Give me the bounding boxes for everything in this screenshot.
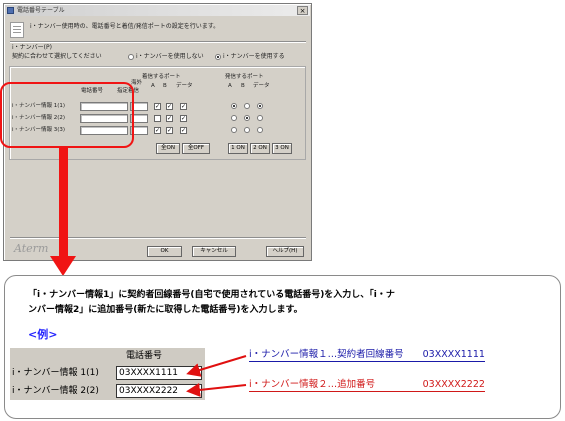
port-2-on-button[interactable]: 2 ON — [250, 143, 270, 154]
outgoing-port-radio[interactable] — [257, 103, 263, 109]
incoming-port-checkbox[interactable]: ✓ — [180, 127, 187, 134]
incoming-port-checkbox[interactable]: ✓ — [166, 127, 173, 134]
explanation-line-2: ンバー情報2」に追加番号(新たに取得した電話番号)を入力します。 — [28, 305, 303, 315]
down-arrow-shaft — [59, 148, 68, 258]
title-bar: 電話番号テーブル × — [5, 5, 310, 16]
outgoing-port-radio[interactable] — [231, 103, 237, 109]
outgoing-port-radio[interactable] — [244, 127, 250, 133]
all-on-button[interactable]: 全ON — [156, 143, 180, 154]
outgoing-port-radio[interactable] — [257, 127, 263, 133]
example-heading: <例> — [28, 328, 58, 341]
help-button[interactable]: ヘルプ(H) — [266, 246, 304, 257]
outgoing-port-radio[interactable] — [244, 103, 250, 109]
example-phone-header: 電話番号 — [126, 351, 163, 361]
incoming-port-checkbox[interactable]: ✓ — [154, 103, 161, 110]
dialog-description: i・ナンバー使用時の、電話番号と着信/発信ポートの設定を行います。 — [30, 23, 220, 30]
in-port-data-header: データ — [176, 83, 193, 89]
example-phone-field: 03XXXX1111 — [116, 366, 202, 380]
separator — [10, 41, 306, 43]
example-row-label: i・ナンバー情報 2(2) — [12, 386, 99, 396]
window-title: 電話番号テーブル — [17, 7, 65, 14]
inumber-group-label: i・ナンバー(P) — [12, 44, 52, 51]
bottom-separator — [10, 237, 306, 239]
example-row-label: i・ナンバー情報 1(1) — [12, 368, 99, 378]
cancel-button[interactable]: キャンセル — [192, 246, 236, 257]
ok-button[interactable]: OK — [147, 246, 182, 257]
incoming-port-checkbox[interactable]: ✓ — [180, 103, 187, 110]
incoming-port-checkbox[interactable]: ✓ — [166, 103, 173, 110]
out-port-a-header: A — [228, 83, 232, 89]
aterm-logo: Aterm — [14, 242, 49, 255]
all-off-button[interactable]: 全OFF — [182, 143, 210, 154]
explanation-line-1: 「i・ナンバー情報1」に契約者回線番号(自宅で使用されている電話番号)を入力し、… — [28, 290, 395, 300]
inumber-hint: 契約に合わせて選択してください — [12, 53, 102, 60]
outgoing-port-radio[interactable] — [257, 115, 263, 121]
in-port-a-header: A — [151, 83, 155, 89]
note-contract-number: i・ナンバー情報１…契約者回線番号 03XXXX1111 — [249, 349, 485, 362]
outgoing-port-radio[interactable] — [244, 115, 250, 121]
radio-no-inumber-label: i・ナンバーを使用しない — [136, 53, 204, 60]
outgoing-port-header: 発信するポート — [225, 74, 264, 80]
port-3-on-button[interactable]: 3 ON — [272, 143, 292, 154]
incoming-port-checkbox[interactable]: ✓ — [180, 115, 187, 122]
note-additional-number: i・ナンバー情報２…追加番号 03XXXX2222 — [249, 379, 485, 392]
outgoing-port-radio[interactable] — [231, 127, 237, 133]
in-port-b-header: B — [163, 83, 167, 89]
out-port-b-header: B — [241, 83, 245, 89]
outgoing-port-radio[interactable] — [231, 115, 237, 121]
radio-use-inumber-label: i・ナンバーを使用する — [223, 53, 285, 60]
radio-use-inumber[interactable] — [215, 54, 221, 60]
out-port-data-header: データ — [253, 83, 270, 89]
incoming-port-header: 着信するポート — [142, 74, 181, 80]
down-arrow-icon — [50, 256, 76, 276]
explanation-text: 「i・ナンバー情報1」に契約者回線番号(自宅で使用されている電話番号)を入力し、… — [28, 288, 548, 318]
app-icon — [7, 7, 14, 14]
document-icon — [10, 22, 24, 38]
radio-no-inumber[interactable] — [128, 54, 134, 60]
incoming-port-checkbox[interactable]: ✓ — [154, 127, 161, 134]
port-1-on-button[interactable]: 1 ON — [228, 143, 248, 154]
overseas-header: 海外 — [131, 80, 143, 86]
example-table-header: 電話番号 — [10, 348, 205, 364]
example-phone-field: 03XXXX2222 — [116, 384, 202, 398]
incoming-port-checkbox[interactable] — [154, 115, 161, 122]
highlight-outline — [0, 82, 134, 148]
incoming-port-checkbox[interactable]: ✓ — [166, 115, 173, 122]
close-button[interactable]: × — [297, 6, 308, 15]
